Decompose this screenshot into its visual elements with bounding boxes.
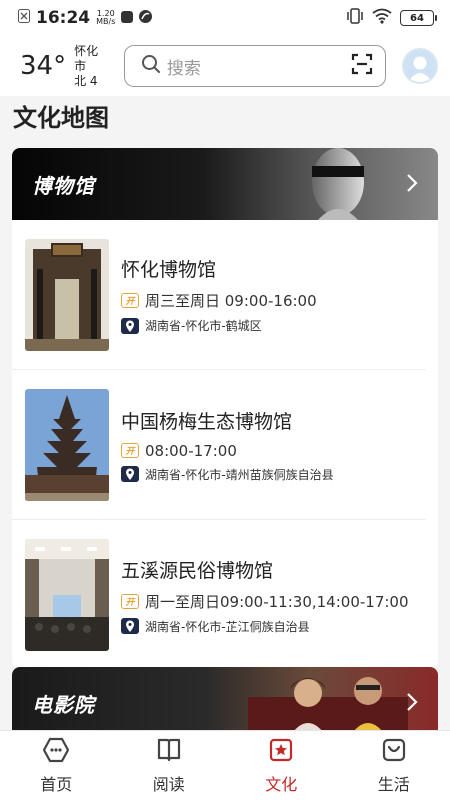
cinema-section-title: 电影院 xyxy=(32,692,95,717)
list-item[interactable]: 中国杨梅生态博物馆 开 08:00-17:00 湖南省-怀化市-靖州苗族侗族自治县 xyxy=(12,370,426,520)
open-hours-icon: 开 xyxy=(121,293,139,308)
open-hours-icon: 开 xyxy=(121,443,139,458)
network-speed-unit: MB/s xyxy=(96,17,116,26)
museum-more-icon[interactable] xyxy=(406,172,418,198)
home-icon xyxy=(42,737,70,767)
tab-life-label: 生活 xyxy=(377,774,410,794)
bottom-nav: 首页 阅读 文化 生活 xyxy=(0,730,450,800)
museum-name: 中国杨梅生态博物馆 xyxy=(121,410,293,433)
museum-hours: 周三至周日 09:00-16:00 xyxy=(145,292,317,310)
search-input[interactable]: 搜索 xyxy=(167,54,201,79)
cinema-card: 电影院 xyxy=(12,667,438,739)
museum-section-title: 博物馆 xyxy=(32,173,95,198)
museum-thumbnail xyxy=(25,238,109,351)
museum-thumbnail xyxy=(25,388,109,501)
list-item[interactable]: 五溪源民俗博物馆 开周一至周日09:00-11:30,14:00-17:00 湖… xyxy=(12,520,426,668)
museum-address: 湖南省-怀化市-靖州苗族侗族自治县 xyxy=(145,467,334,482)
tab-reading-label: 阅读 xyxy=(152,774,185,794)
tab-home-label: 首页 xyxy=(40,774,73,794)
museum-banner[interactable]: 博物馆 xyxy=(12,148,438,220)
museum-thumbnail xyxy=(25,539,109,651)
app-notification-icon xyxy=(121,8,134,28)
tab-home[interactable]: 首页 xyxy=(0,731,113,800)
app-header: 34° 怀化市 北 4 搜索 xyxy=(0,36,450,96)
museum-address: 湖南省-怀化市-芷江侗族自治县 xyxy=(145,619,310,634)
wind-info: 北 4 xyxy=(74,73,98,88)
location-pin-icon xyxy=(121,317,139,334)
tab-life[interactable]: 生活 xyxy=(338,731,450,800)
status-bar: 16:24 1.20 MB/s 64 xyxy=(0,0,450,36)
book-icon xyxy=(156,737,182,767)
museum-hours: 08:00-17:00 xyxy=(145,441,237,460)
location-pin-icon xyxy=(121,618,139,634)
cinema-more-icon[interactable] xyxy=(406,691,418,717)
tab-reading[interactable]: 阅读 xyxy=(113,731,226,800)
museum-card: 博物馆 怀化博物馆 开周三至周日 09:00-16:00 湖南省-怀化市-鹤城区… xyxy=(12,148,438,668)
vibrate-icon xyxy=(346,7,364,29)
cinema-image xyxy=(248,677,408,739)
museum-name: 五溪源民俗博物馆 xyxy=(121,559,274,582)
cinema-banner[interactable]: 电影院 xyxy=(12,667,438,739)
tab-culture[interactable]: 文化 xyxy=(225,731,338,800)
status-time: 16:24 xyxy=(36,8,91,28)
tab-culture-label: 文化 xyxy=(265,774,298,794)
page-title: 文化地图 xyxy=(13,104,109,132)
city-name: 怀化市 xyxy=(74,43,99,73)
search-icon xyxy=(141,54,161,78)
scan-icon[interactable] xyxy=(351,53,373,79)
search-bar[interactable]: 搜索 xyxy=(123,45,387,87)
museum-hours: 周一至周日09:00-11:30,14:00-17:00 xyxy=(145,592,409,611)
list-item[interactable]: 怀化博物馆 开周三至周日 09:00-16:00 湖南省-怀化市-鹤城区 xyxy=(12,220,426,370)
app-notification-icon-2 xyxy=(139,8,153,28)
close-notification-icon xyxy=(18,8,30,28)
life-icon xyxy=(381,737,407,767)
open-hours-icon: 开 xyxy=(121,593,139,609)
battery-indicator: 64 xyxy=(400,10,437,26)
weather-temperature[interactable]: 34° xyxy=(20,51,66,81)
statue-image xyxy=(312,148,364,220)
avatar[interactable] xyxy=(402,48,438,84)
location-pin-icon xyxy=(121,466,139,482)
museum-address: 湖南省-怀化市-鹤城区 xyxy=(145,319,262,333)
culture-icon xyxy=(268,737,294,767)
wifi-icon xyxy=(372,8,392,29)
weather-location[interactable]: 怀化市 北 4 xyxy=(74,44,110,89)
network-speed: 1.20 MB/s xyxy=(96,10,115,26)
museum-name: 怀化博物馆 xyxy=(121,259,217,281)
